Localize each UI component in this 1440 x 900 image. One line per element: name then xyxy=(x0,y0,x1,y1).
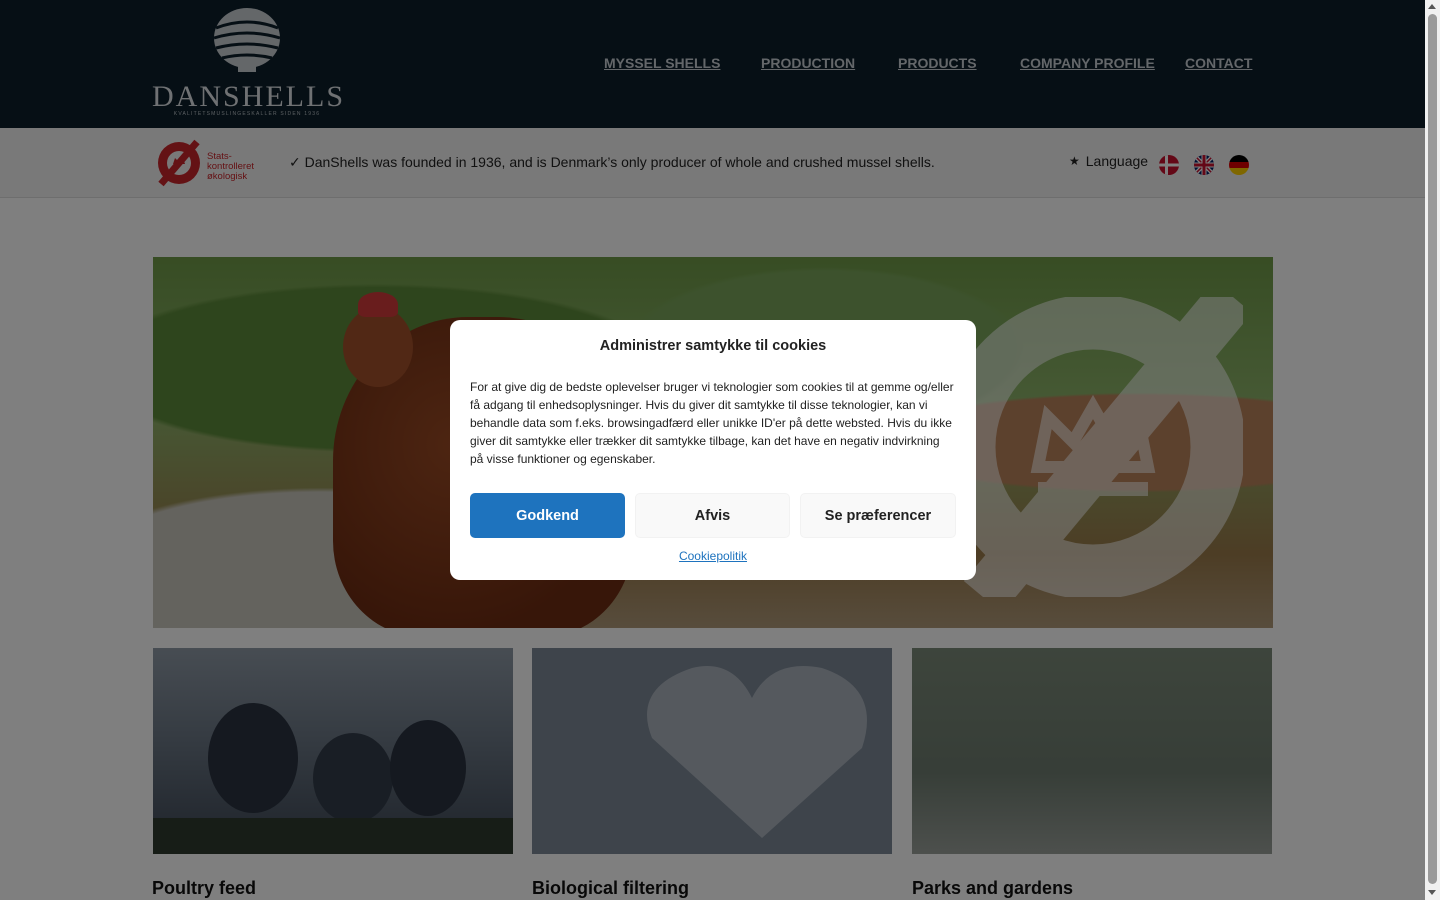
scrollbar-thumb[interactable] xyxy=(1428,14,1437,884)
scroll-up-icon[interactable] xyxy=(1428,4,1436,9)
scroll-down-icon[interactable] xyxy=(1428,890,1436,895)
cookie-policy-link[interactable]: Cookiepolitik xyxy=(450,549,976,563)
accept-button[interactable]: Godkend xyxy=(470,493,625,538)
cookie-dialog-title: Administrer samtykke til cookies xyxy=(599,338,827,354)
cookie-dialog-body: For at give dig de bedste oplevelser bru… xyxy=(470,380,954,466)
scrollbar[interactable] xyxy=(1425,0,1440,900)
cookie-consent-dialog: Administrer samtykke til cookies For at … xyxy=(450,320,976,580)
preferences-button[interactable]: Se præferencer xyxy=(800,493,956,538)
deny-button[interactable]: Afvis xyxy=(635,493,790,538)
